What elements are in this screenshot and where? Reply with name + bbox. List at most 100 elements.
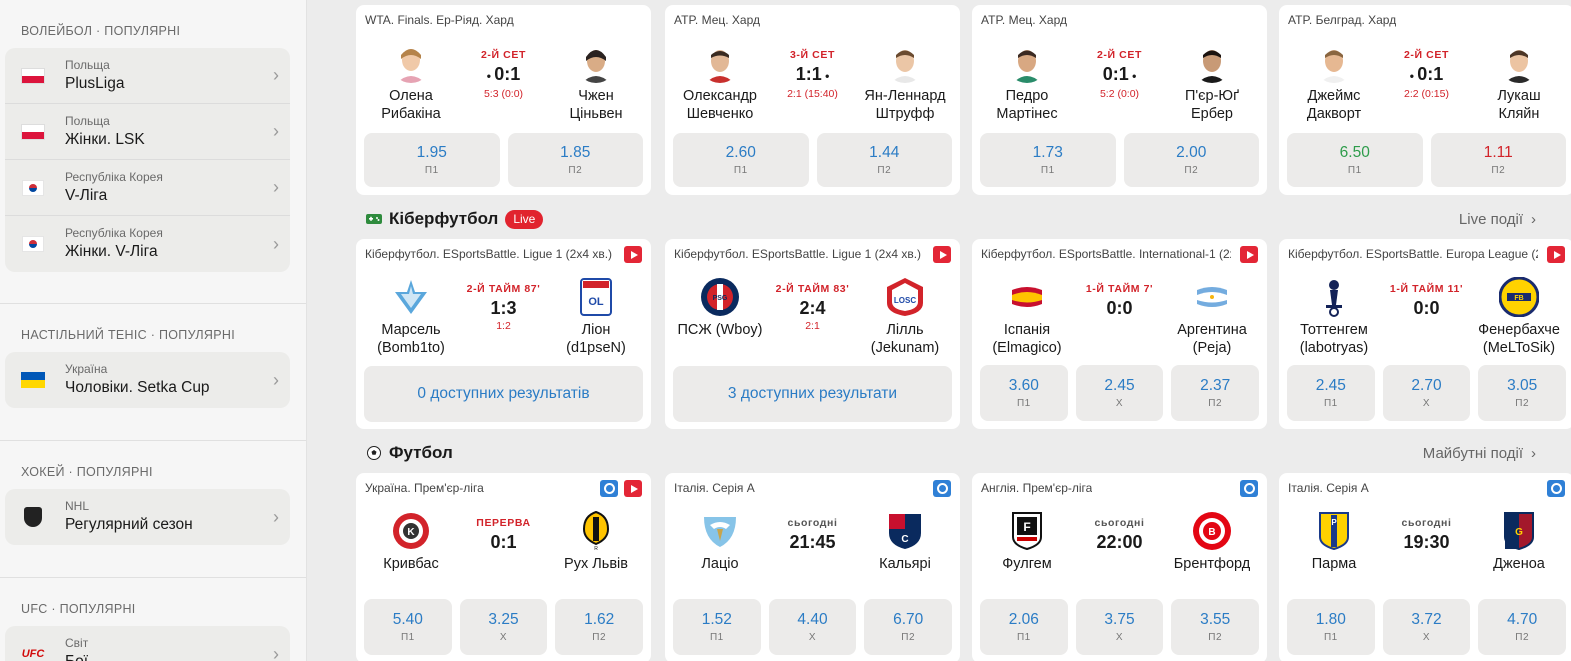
away-team[interactable]: OL Ліон (d1pseN): [546, 277, 646, 357]
live-events-link[interactable]: Live події ›: [1459, 211, 1536, 228]
odd-button-p1[interactable]: 6.50 П1: [1287, 133, 1423, 187]
odd-button-x[interactable]: 2.45 Х: [1075, 365, 1164, 421]
home-team[interactable]: Марсель (Bomb1to): [361, 277, 461, 357]
match-card[interactable]: ATP. Мец. Хард Педро Мартінес 2-Й СЕТ 0:…: [972, 5, 1267, 195]
stats-tracker-icon[interactable]: [1547, 480, 1565, 497]
odd-button-p1[interactable]: 2.60 П1: [673, 133, 809, 187]
odd-button-p2[interactable]: 4.70 П2: [1478, 599, 1567, 655]
odd-button-p1[interactable]: 1.95 П1: [364, 133, 500, 187]
odd-button-x[interactable]: 3.25 Х: [459, 599, 548, 655]
odd-button-p2[interactable]: 6.70 П2: [864, 599, 953, 655]
player-name: П'єр-Юґ Ербер: [1184, 88, 1240, 122]
home-player[interactable]: Педро Мартінес: [977, 43, 1077, 123]
country-label: Республіка Корея: [65, 169, 163, 184]
odd-button-p2[interactable]: 1.85 П2: [507, 133, 643, 187]
away-team[interactable]: FB Фенербахче (MeLToSik): [1469, 277, 1569, 357]
sidebar-item-lsk-women[interactable]: Польща Жінки. LSK ›: [5, 104, 290, 160]
sidebar-item-ufc-fights[interactable]: UFC Світ Бої ›: [5, 626, 290, 661]
home-player[interactable]: Олена Рибакіна: [361, 43, 461, 123]
upcoming-events-link[interactable]: Майбутні події ›: [1423, 445, 1536, 462]
ukraine-flag-icon: [21, 372, 45, 388]
video-stream-icon[interactable]: [624, 480, 642, 497]
home-team[interactable]: K Кривбас: [361, 511, 461, 573]
odd-button-p1[interactable]: 2.06 П1: [980, 599, 1068, 655]
odd-button-x[interactable]: 4.40 Х: [768, 599, 857, 655]
match-card[interactable]: Кіберфутбол. ESportsBattle. Ligue 1 (2х4…: [356, 239, 651, 429]
away-player[interactable]: П'єр-Юґ Ербер: [1162, 43, 1262, 123]
match-card[interactable]: ATP. Мец. Хард Олександр Шевченко 3-Й СЕ…: [665, 5, 960, 195]
team-name: Кривбас: [383, 556, 439, 572]
spain-flag-icon: [1007, 277, 1047, 317]
home-team[interactable]: Тоттенгем (labotryas): [1284, 277, 1384, 357]
home-team[interactable]: Лаціо: [670, 511, 770, 573]
match-card[interactable]: Італія. Серія А Лаціо сьогодні 21:45 C К…: [665, 473, 960, 661]
away-team[interactable]: LOSC Лілль (Jekunam): [855, 277, 955, 357]
odd-button-p2[interactable]: 2.00 П2: [1123, 133, 1259, 187]
video-stream-icon[interactable]: [624, 246, 642, 263]
sidebar-item-plusliga[interactable]: Польща PlusLiga ›: [5, 48, 290, 104]
match-card[interactable]: Кіберфутбол. ESportsBattle. Ligue 1 (2х4…: [665, 239, 960, 429]
away-team[interactable]: G Дженоа: [1469, 511, 1569, 573]
away-team[interactable]: B Брентфорд: [1162, 511, 1262, 573]
odd-button-p2[interactable]: 2.37 П2: [1171, 365, 1260, 421]
odds-row: 2.60 П1 1.44 П2: [673, 133, 952, 187]
away-player[interactable]: Чжен Ціньвен: [546, 43, 646, 123]
home-player[interactable]: Олександр Шевченко: [670, 43, 770, 123]
match-card[interactable]: Кіберфутбол. ESportsBattle. Internationa…: [972, 239, 1267, 429]
odd-button-p2[interactable]: 1.11 П2: [1430, 133, 1566, 187]
odd-button-x[interactable]: 3.72 Х: [1382, 599, 1471, 655]
stats-tracker-icon[interactable]: [1240, 480, 1258, 497]
away-team[interactable]: C Кальярі: [855, 511, 955, 573]
match-card[interactable]: ATP. Белград. Хард Джеймс Дакворт 2-Й СЕ…: [1279, 5, 1571, 195]
video-stream-icon[interactable]: [933, 246, 951, 263]
odd-button-p1[interactable]: 1.73 П1: [980, 133, 1116, 187]
video-stream-icon[interactable]: [1547, 246, 1565, 263]
sidebar-item-setka-cup[interactable]: Україна Чоловіки. Setka Cup ›: [5, 352, 290, 408]
home-team[interactable]: F Фулгем: [977, 511, 1077, 573]
score-block: 3-Й СЕТ 1:1 • 2:1 (15:40): [763, 49, 863, 101]
player-name: Педро Мартінес: [996, 88, 1058, 122]
video-stream-icon[interactable]: [1240, 246, 1258, 263]
match-card[interactable]: Кіберфутбол. ESportsBattle. Europa Leagu…: [1279, 239, 1571, 429]
away-player[interactable]: Ян-Леннард Штруфф: [855, 43, 955, 123]
odd-button-p2[interactable]: 3.05 П2: [1478, 365, 1567, 421]
player-avatar: [576, 43, 616, 83]
player-avatar: [391, 43, 431, 83]
home-team[interactable]: PSG ПСЖ (Wboy): [670, 277, 770, 339]
match-card[interactable]: Англія. Прем'єр-ліга F Фулгем сьогодні 2…: [972, 473, 1267, 661]
away-player[interactable]: Лукаш Кляйн: [1469, 43, 1569, 123]
sidebar-section-ufc: UFC · ПОПУЛЯРНІ UFC Світ Бої ›: [0, 592, 306, 661]
odd-button-p2[interactable]: 1.62 П2: [555, 599, 644, 655]
results-button[interactable]: 3 доступних результати: [673, 366, 952, 422]
home-team[interactable]: P Парма: [1284, 511, 1384, 573]
odd-button-p1[interactable]: 5.40 П1: [364, 599, 452, 655]
sidebar-item-nhl[interactable]: NHL Регулярний сезон ›: [5, 489, 290, 545]
match-card[interactable]: WTA. Finals. Ер-Ріяд. Хард Олена Рибакін…: [356, 5, 651, 195]
team-name: Дженоа: [1493, 556, 1545, 572]
match-card[interactable]: Україна. Прем'єр-ліга K Кривбас ПЕРЕРВА …: [356, 473, 651, 661]
odd-button-p2[interactable]: 1.44 П2: [816, 133, 952, 187]
odd-button-p1[interactable]: 1.52 П1: [673, 599, 761, 655]
team-name: Лаціо: [701, 556, 739, 572]
results-button[interactable]: 0 доступних результатів: [364, 366, 643, 422]
odd-button-x[interactable]: 2.70 Х: [1382, 365, 1471, 421]
away-team[interactable]: Аргентина (Peja): [1162, 277, 1262, 357]
sidebar-item-v-league[interactable]: Республіка Корея V-Ліга ›: [5, 160, 290, 216]
home-player[interactable]: Джеймс Дакворт: [1284, 43, 1384, 123]
player-name: Олександр Шевченко: [683, 88, 757, 122]
away-team[interactable]: R Рух Львів: [546, 511, 646, 573]
home-team[interactable]: Іспанія (Elmagico): [977, 277, 1077, 357]
kickoff-time: 21:45: [789, 532, 836, 552]
stats-tracker-icon[interactable]: [933, 480, 951, 497]
events-feed: WTA. Finals. Ер-Ріяд. Хард Олена Рибакін…: [356, 0, 1571, 661]
poland-flag-icon: [21, 67, 45, 84]
sidebar-item-v-league-women[interactable]: Республіка Корея Жінки. V-Ліга ›: [5, 216, 290, 272]
odd-button-p1[interactable]: 2.45 П1: [1287, 365, 1375, 421]
odd-button-x[interactable]: 3.75 Х: [1075, 599, 1164, 655]
odd-button-p2[interactable]: 3.55 П2: [1171, 599, 1260, 655]
team-name: Аргентина (Peja): [1177, 322, 1247, 356]
match-card[interactable]: Італія. Серія А P Парма сьогодні 19:30 G…: [1279, 473, 1571, 661]
odd-button-p1[interactable]: 3.60 П1: [980, 365, 1068, 421]
stats-tracker-icon[interactable]: [600, 480, 618, 497]
odd-button-p1[interactable]: 1.80 П1: [1287, 599, 1375, 655]
